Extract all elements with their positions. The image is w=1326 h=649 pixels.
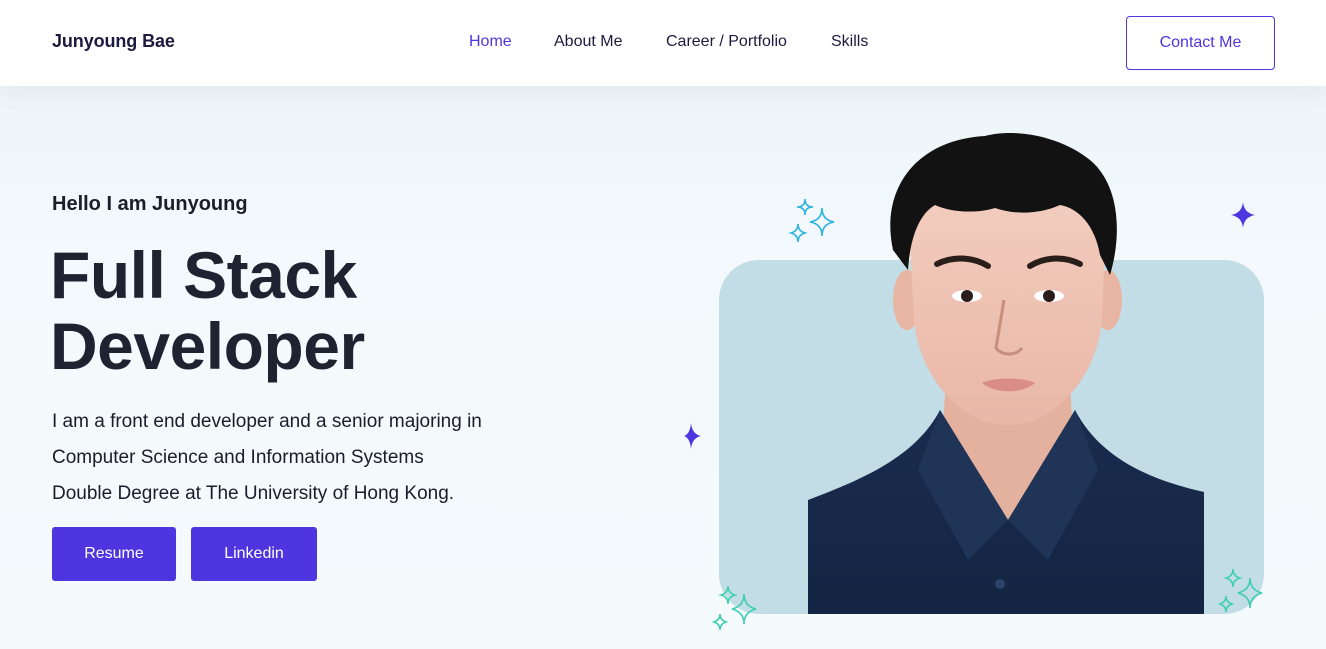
sparkle-cluster-icon bbox=[1217, 568, 1263, 613]
nav-skills[interactable]: Skills bbox=[831, 33, 868, 51]
sparkle-cluster-icon bbox=[788, 198, 835, 243]
navbar: Junyoung Bae Home About Me Career / Port… bbox=[0, 0, 1326, 86]
hero-headline: Full Stack Developer bbox=[50, 240, 365, 382]
nav-career-portfolio[interactable]: Career / Portfolio bbox=[666, 33, 787, 51]
hero-intro: I am a front end developer and a senior … bbox=[52, 404, 572, 512]
headline-line-2: Developer bbox=[50, 309, 365, 383]
headline-line-1: Full Stack bbox=[50, 238, 357, 312]
intro-line-1: I am a front end developer and a senior … bbox=[52, 411, 482, 432]
contact-me-button[interactable]: Contact Me bbox=[1126, 16, 1275, 70]
sparkle-cluster-icon bbox=[711, 585, 757, 631]
nav-home[interactable]: Home bbox=[469, 33, 512, 51]
star-icon bbox=[684, 423, 701, 449]
hero-greeting: Hello I am Junyoung bbox=[52, 193, 248, 215]
intro-line-2: Computer Science and Information Systems bbox=[52, 447, 424, 468]
star-icon bbox=[1231, 202, 1255, 228]
nav-about-me[interactable]: About Me bbox=[554, 33, 622, 51]
resume-button[interactable]: Resume bbox=[52, 527, 176, 581]
intro-line-3: Double Degree at The University of Hong … bbox=[52, 483, 455, 504]
linkedin-button[interactable]: Linkedin bbox=[191, 527, 317, 581]
